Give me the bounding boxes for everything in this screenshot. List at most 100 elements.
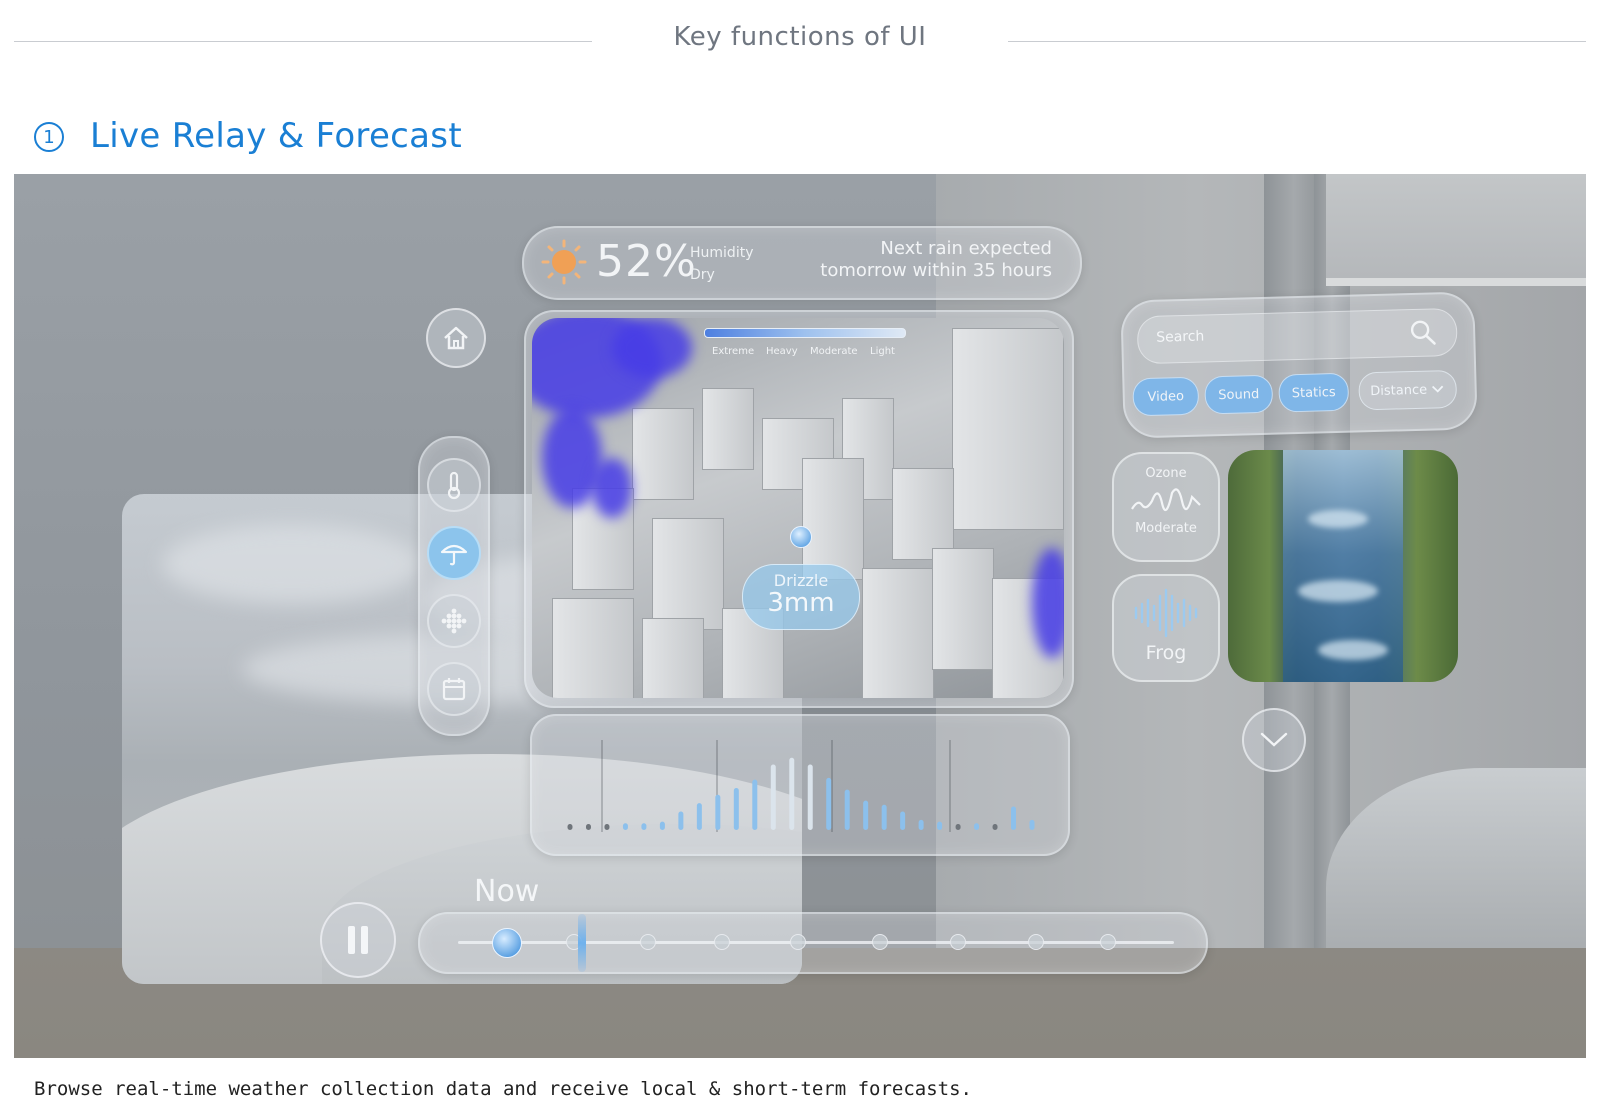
scroll-down-button[interactable] — [1242, 708, 1306, 772]
humidity-state: Dry — [690, 267, 715, 283]
rain-button[interactable] — [427, 526, 481, 580]
chart-bar — [604, 824, 610, 830]
sound-tile[interactable]: Frog — [1112, 574, 1220, 682]
temperature-button[interactable] — [427, 458, 481, 512]
chart-bar — [715, 794, 721, 830]
rain-callout-value: 3mm — [767, 588, 835, 618]
chart-bar — [1011, 806, 1017, 830]
timeline-now-label: Now — [474, 874, 540, 909]
timeline-playhead[interactable] — [492, 928, 522, 958]
pause-icon — [348, 926, 368, 954]
header-divider-right — [1008, 41, 1586, 42]
chart-bar — [807, 764, 813, 830]
chart-bar — [974, 823, 980, 830]
chart-bar — [585, 824, 591, 830]
chart-bar — [863, 800, 869, 830]
chart-bar — [992, 824, 998, 830]
chart-bar — [659, 821, 665, 830]
weather-status-bar: 52% Humidity Dry Next rain expected tomo… — [522, 226, 1082, 300]
legend-label: Moderate — [810, 346, 858, 357]
legend-label: Light — [870, 346, 895, 357]
chart-bar — [1029, 819, 1035, 830]
chart-bar — [844, 789, 850, 830]
calendar-icon — [442, 678, 466, 701]
sun-icon — [541, 239, 587, 285]
chart-bar — [918, 819, 924, 830]
timeline-tick[interactable] — [1028, 934, 1044, 950]
search-icon[interactable] — [1408, 317, 1439, 348]
chart-bar — [622, 823, 628, 830]
legend-label: Heavy — [766, 346, 798, 357]
timeline-tick[interactable] — [790, 934, 806, 950]
rain-cloud-overlay — [612, 318, 692, 378]
rain-cloud-overlay — [1032, 548, 1064, 658]
search-box[interactable] — [1136, 307, 1458, 365]
rain-map-panel: Extreme Heavy Moderate Light Drizzle 3mm — [524, 310, 1074, 708]
grid-icon — [441, 608, 467, 634]
river-video-thumbnail[interactable] — [1228, 450, 1458, 682]
chart-bar — [696, 803, 702, 830]
filter-chip-statics[interactable]: Statics — [1278, 372, 1350, 413]
legend-label: Extreme — [712, 346, 755, 357]
humidity-details: Humidity Dry — [690, 242, 753, 286]
chart-bar — [900, 811, 906, 830]
room-beam — [1326, 174, 1586, 284]
ozone-value: Moderate — [1135, 521, 1197, 536]
home-button[interactable] — [426, 308, 486, 368]
chart-bar — [881, 804, 887, 830]
page-header-title: Key functions of UI — [673, 22, 927, 52]
timeline-tick[interactable] — [1100, 934, 1116, 950]
filter-dropdown-distance[interactable]: Distance — [1358, 369, 1458, 411]
chevron-down-icon — [1260, 732, 1288, 747]
filter-chip-video[interactable]: Video — [1132, 376, 1200, 417]
timeline-marker[interactable] — [578, 914, 586, 972]
section-caption: Browse real-time weather collection data… — [34, 1078, 972, 1100]
ozone-label: Ozone — [1145, 466, 1187, 481]
section-number: 1 — [34, 122, 64, 152]
search-panel: Video Sound Statics Distance — [1120, 291, 1478, 439]
city-3d-map[interactable]: Extreme Heavy Moderate Light Drizzle 3mm — [532, 318, 1064, 698]
ozone-wave-icon — [1131, 488, 1201, 512]
chart-bar — [955, 824, 961, 830]
chart-bar — [937, 821, 943, 830]
precipitation-chart-panel — [530, 714, 1070, 856]
humidity-percent: 52% — [596, 236, 697, 287]
home-icon — [444, 326, 468, 350]
rain-intensity-legend — [704, 328, 906, 338]
timeline-tick[interactable] — [640, 934, 656, 950]
timeline-tick[interactable] — [714, 934, 730, 950]
chart-bar — [641, 823, 647, 830]
calendar-button[interactable] — [427, 662, 481, 716]
ozone-tile[interactable]: Ozone Moderate — [1112, 452, 1220, 562]
humidity-label: Humidity — [690, 245, 754, 261]
chart-bar — [678, 811, 684, 830]
filter-chip-sound[interactable]: Sound — [1204, 374, 1274, 415]
chart-bar — [789, 757, 795, 830]
chart-bar — [752, 779, 758, 830]
next-rain-forecast: Next rain expected tomorrow within 35 ho… — [820, 238, 1052, 282]
search-input[interactable] — [1154, 322, 1399, 347]
chart-bar — [567, 824, 573, 830]
timeline-tick[interactable] — [872, 934, 888, 950]
next-rain-line2: tomorrow within 35 hours — [820, 260, 1052, 281]
side-nav-rail — [418, 436, 490, 736]
pause-button[interactable] — [320, 902, 396, 978]
wind-button[interactable] — [427, 594, 481, 648]
room-shelf — [1326, 278, 1586, 286]
section-title: Live Relay & Forecast — [90, 116, 462, 156]
location-pin[interactable] — [790, 526, 812, 548]
scene-background: 52% Humidity Dry Next rain expected tomo… — [14, 174, 1586, 1058]
chart-bar — [770, 764, 776, 830]
timeline-tick[interactable] — [950, 934, 966, 950]
sound-label: Frog — [1145, 642, 1187, 664]
rain-callout: Drizzle 3mm — [742, 564, 860, 630]
next-rain-line1: Next rain expected — [880, 238, 1052, 259]
soundwave-icon — [1134, 588, 1198, 638]
timeline-scrubber[interactable] — [418, 912, 1208, 974]
precipitation-chart — [567, 740, 1035, 832]
distance-label: Distance — [1370, 382, 1428, 399]
chevron-down-icon — [1432, 385, 1444, 393]
header-divider-left — [14, 41, 592, 42]
rain-cloud-overlay — [592, 458, 632, 518]
thermometer-icon — [447, 471, 461, 500]
